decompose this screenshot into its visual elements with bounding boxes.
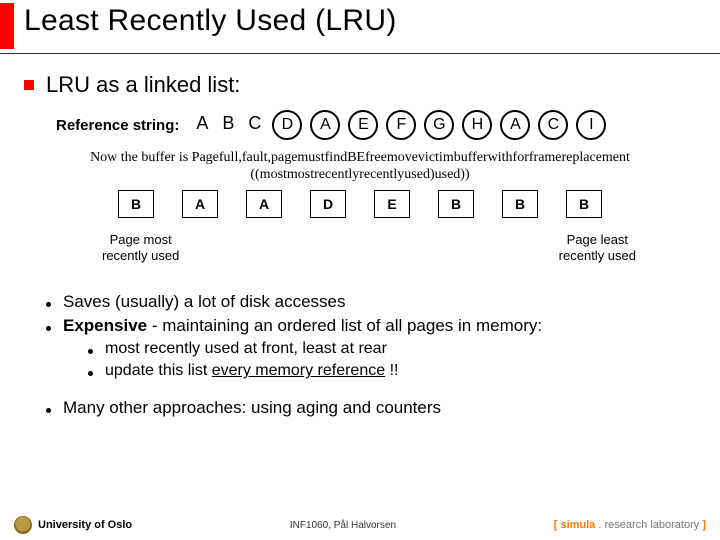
overlay-caption-line1: Now the buffer is Pagefull,fault,pagemus… <box>90 150 630 165</box>
slide-title: Least Recently Used (LRU) <box>24 0 397 38</box>
linked-list-row: BAADEBBB <box>24 190 696 218</box>
red-square-icon <box>24 80 34 90</box>
linked-list-node: D <box>310 190 346 218</box>
subbullet-front-rear: most recently used at front, least at re… <box>88 340 696 358</box>
footer-university: University of Oslo <box>38 519 132 531</box>
title-accent <box>0 3 14 49</box>
overlay-caption: Now the buffer is Pagefull,fault,pagemus… <box>80 150 640 184</box>
reference-sequence: ABCDAEFGHACI <box>189 110 610 140</box>
bullet-dot-icon <box>46 326 51 331</box>
intro-bullet: LRU as a linked list: <box>24 72 696 98</box>
bullet-dot-icon <box>46 408 51 413</box>
title-rule <box>0 53 720 54</box>
overlay-caption-line2: ((mostmostrecentlyrecentlyused)used)) <box>250 167 469 182</box>
footer: University of Oslo INF1060, Pål Halvorse… <box>0 516 720 534</box>
footer-right: [ simula . research laboratory ] <box>554 519 706 531</box>
reference-label: Reference string: <box>56 117 179 134</box>
ref-item: D <box>272 110 302 140</box>
footer-center: INF1060, Pål Halvorsen <box>290 520 396 531</box>
title-row: Least Recently Used (LRU) <box>0 0 720 49</box>
footer-left: University of Oslo <box>14 516 132 534</box>
ref-item: H <box>462 110 492 140</box>
bullet-list: Saves (usually) a lot of disk accesses E… <box>46 292 696 418</box>
ref-item: G <box>424 110 454 140</box>
footer-brand: simula <box>560 519 595 531</box>
linked-list-node: E <box>374 190 410 218</box>
ref-item: A <box>500 110 530 140</box>
ref-item: E <box>348 110 378 140</box>
list-end-labels: Page most recently used Page least recen… <box>102 232 636 265</box>
ref-item: F <box>386 110 416 140</box>
bullet-dot-icon <box>88 371 93 376</box>
bullet-dot-icon <box>88 349 93 354</box>
bullet-expensive-strong: Expensive <box>63 316 147 335</box>
slide: Least Recently Used (LRU) LRU as a linke… <box>0 0 720 540</box>
ref-item: C <box>248 113 261 133</box>
subbullet-front-rear-text: most recently used at front, least at re… <box>105 340 387 358</box>
ref-item: I <box>576 110 606 140</box>
linked-list-node: A <box>246 190 282 218</box>
bullet-other-text: Many other approaches: using aging and c… <box>63 398 441 418</box>
linked-list-node: B <box>566 190 602 218</box>
subbullet-update-text: update this list every memory reference … <box>105 362 398 380</box>
linked-list-node: B <box>502 190 538 218</box>
label-least-recent: Page least recently used <box>559 232 636 265</box>
ref-item: A <box>310 110 340 140</box>
ref-item: C <box>538 110 568 140</box>
linked-list-node: A <box>182 190 218 218</box>
reference-string-row: Reference string: ABCDAEFGHACI <box>56 110 696 140</box>
bullet-expensive-text: Expensive - maintaining an ordered list … <box>63 316 542 336</box>
linked-list-node: B <box>438 190 474 218</box>
bullet-other-approaches: Many other approaches: using aging and c… <box>46 398 696 418</box>
bullet-saves: Saves (usually) a lot of disk accesses <box>46 292 696 312</box>
footer-lab: . research laboratory <box>595 519 699 531</box>
intro-text: LRU as a linked list: <box>46 72 240 98</box>
subbullet-update: update this list every memory reference … <box>88 362 696 380</box>
uio-seal-icon <box>14 516 32 534</box>
content: LRU as a linked list: Reference string: … <box>0 72 720 418</box>
label-most-recent: Page most recently used <box>102 232 179 265</box>
ref-item: A <box>196 113 208 133</box>
bracket-close-icon: ] <box>699 519 706 531</box>
bullet-saves-text: Saves (usually) a lot of disk accesses <box>63 292 346 312</box>
ref-item: B <box>222 113 234 133</box>
linked-list-node: B <box>118 190 154 218</box>
bullet-dot-icon <box>46 302 51 307</box>
bullet-expensive: Expensive - maintaining an ordered list … <box>46 316 696 336</box>
